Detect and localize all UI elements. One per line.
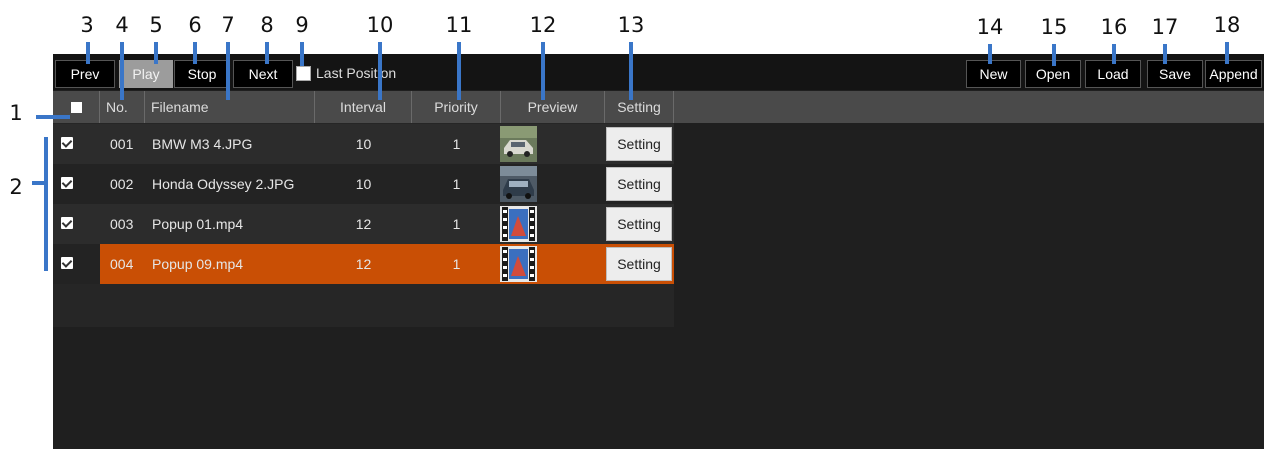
callout-line-1 bbox=[36, 115, 70, 119]
table-row[interactable]: 001 BMW M3 4.JPG 10 1 Setting bbox=[53, 124, 674, 164]
callout-14: 14 bbox=[976, 15, 1004, 39]
setting-button[interactable]: Setting bbox=[606, 167, 672, 201]
callout-line-17 bbox=[1163, 44, 1167, 64]
column-header-filename[interactable]: Filename bbox=[145, 91, 315, 123]
callout-line-6 bbox=[193, 42, 197, 64]
column-header-preview[interactable]: Preview bbox=[501, 91, 605, 123]
setting-button[interactable]: Setting bbox=[606, 247, 672, 281]
callout-2: 2 bbox=[9, 175, 23, 199]
callout-line-11 bbox=[457, 42, 461, 100]
row-checkbox[interactable] bbox=[61, 217, 73, 229]
callout-13: 13 bbox=[617, 13, 645, 37]
callout-4: 4 bbox=[115, 13, 129, 37]
video-file-icon bbox=[500, 206, 537, 242]
callout-line-9 bbox=[300, 42, 304, 66]
row-filename: Popup 09.mp4 bbox=[152, 256, 244, 272]
callout-line-12 bbox=[541, 42, 545, 100]
callout-line-18 bbox=[1225, 42, 1229, 64]
row-priority: 1 bbox=[452, 256, 461, 272]
row-no: 003 bbox=[110, 216, 134, 232]
callout-line-8 bbox=[265, 42, 269, 64]
callout-15: 15 bbox=[1040, 15, 1068, 39]
callout-3: 3 bbox=[80, 13, 94, 37]
next-button[interactable]: Next bbox=[233, 60, 293, 88]
column-header-interval[interactable]: Interval bbox=[315, 91, 412, 123]
row-interval: 10 bbox=[355, 136, 372, 152]
prev-button[interactable]: Prev bbox=[55, 60, 115, 88]
setting-button[interactable]: Setting bbox=[606, 207, 672, 241]
callout-line-15 bbox=[1052, 44, 1056, 66]
row-checkbox[interactable] bbox=[61, 177, 73, 189]
table-row[interactable]: 003 Popup 01.mp4 12 1 Setting bbox=[53, 204, 674, 244]
select-all-checkbox[interactable] bbox=[70, 101, 82, 113]
grid-header: No. Filename Interval Priority Preview S… bbox=[53, 91, 1264, 123]
playlist-window: Prev Play Stop Next Last Position New Op… bbox=[53, 54, 1264, 449]
row-interval: 10 bbox=[355, 176, 372, 192]
callout-line-2-tick bbox=[32, 181, 46, 185]
row-interval: 12 bbox=[355, 216, 372, 232]
callout-line-14 bbox=[988, 44, 992, 64]
row-filename: BMW M3 4.JPG bbox=[152, 136, 253, 152]
row-no: 004 bbox=[110, 256, 134, 272]
callout-18: 18 bbox=[1213, 13, 1241, 37]
callout-line-2 bbox=[44, 137, 48, 271]
row-no: 001 bbox=[110, 136, 134, 152]
row-filename: Popup 01.mp4 bbox=[152, 216, 244, 232]
callout-6: 6 bbox=[188, 13, 202, 37]
car-photo-icon bbox=[500, 166, 537, 202]
callout-line-13 bbox=[629, 42, 633, 100]
play-button[interactable]: Play bbox=[119, 60, 173, 88]
callout-line-16 bbox=[1112, 44, 1116, 64]
new-button[interactable]: New bbox=[966, 60, 1021, 88]
table-row-selected[interactable]: 004 Popup 09.mp4 12 1 Setting bbox=[53, 244, 674, 284]
playlist-grid: No. Filename Interval Priority Preview S… bbox=[53, 91, 1264, 327]
callout-17: 17 bbox=[1151, 15, 1179, 39]
callout-16: 16 bbox=[1100, 15, 1128, 39]
column-header-setting[interactable]: Setting bbox=[605, 91, 674, 123]
callout-1: 1 bbox=[9, 101, 23, 125]
row-interval: 12 bbox=[355, 256, 372, 272]
callout-9: 9 bbox=[295, 13, 309, 37]
callout-line-4 bbox=[120, 42, 124, 100]
callout-line-5 bbox=[154, 42, 158, 64]
callout-11: 11 bbox=[445, 13, 473, 37]
setting-button[interactable]: Setting bbox=[606, 127, 672, 161]
row-priority: 1 bbox=[452, 136, 461, 152]
load-button[interactable]: Load bbox=[1085, 60, 1141, 88]
row-checkbox[interactable] bbox=[61, 257, 73, 269]
row-priority: 1 bbox=[452, 176, 461, 192]
append-button[interactable]: Append bbox=[1205, 60, 1262, 88]
last-position-label: Last Position bbox=[316, 65, 397, 81]
row-filename: Honda Odyssey 2.JPG bbox=[152, 176, 295, 192]
car-photo-icon bbox=[500, 126, 537, 162]
last-position-checkbox[interactable] bbox=[296, 65, 311, 81]
callout-line-10 bbox=[378, 42, 382, 100]
callout-7: 7 bbox=[221, 13, 235, 37]
row-checkbox[interactable] bbox=[61, 137, 73, 149]
table-row[interactable]: 002 Honda Odyssey 2.JPG 10 1 Setting bbox=[53, 164, 674, 204]
row-no: 002 bbox=[110, 176, 134, 192]
toolbar: Prev Play Stop Next Last Position New Op… bbox=[53, 54, 1264, 90]
stop-button[interactable]: Stop bbox=[174, 60, 230, 88]
callout-10: 10 bbox=[366, 13, 394, 37]
video-file-icon bbox=[500, 246, 537, 282]
row-priority: 1 bbox=[452, 216, 461, 232]
callout-line-3 bbox=[86, 42, 90, 64]
save-button[interactable]: Save bbox=[1147, 60, 1203, 88]
callout-5: 5 bbox=[149, 13, 163, 37]
callout-8: 8 bbox=[260, 13, 274, 37]
callout-12: 12 bbox=[529, 13, 557, 37]
callout-line-7 bbox=[226, 42, 230, 100]
